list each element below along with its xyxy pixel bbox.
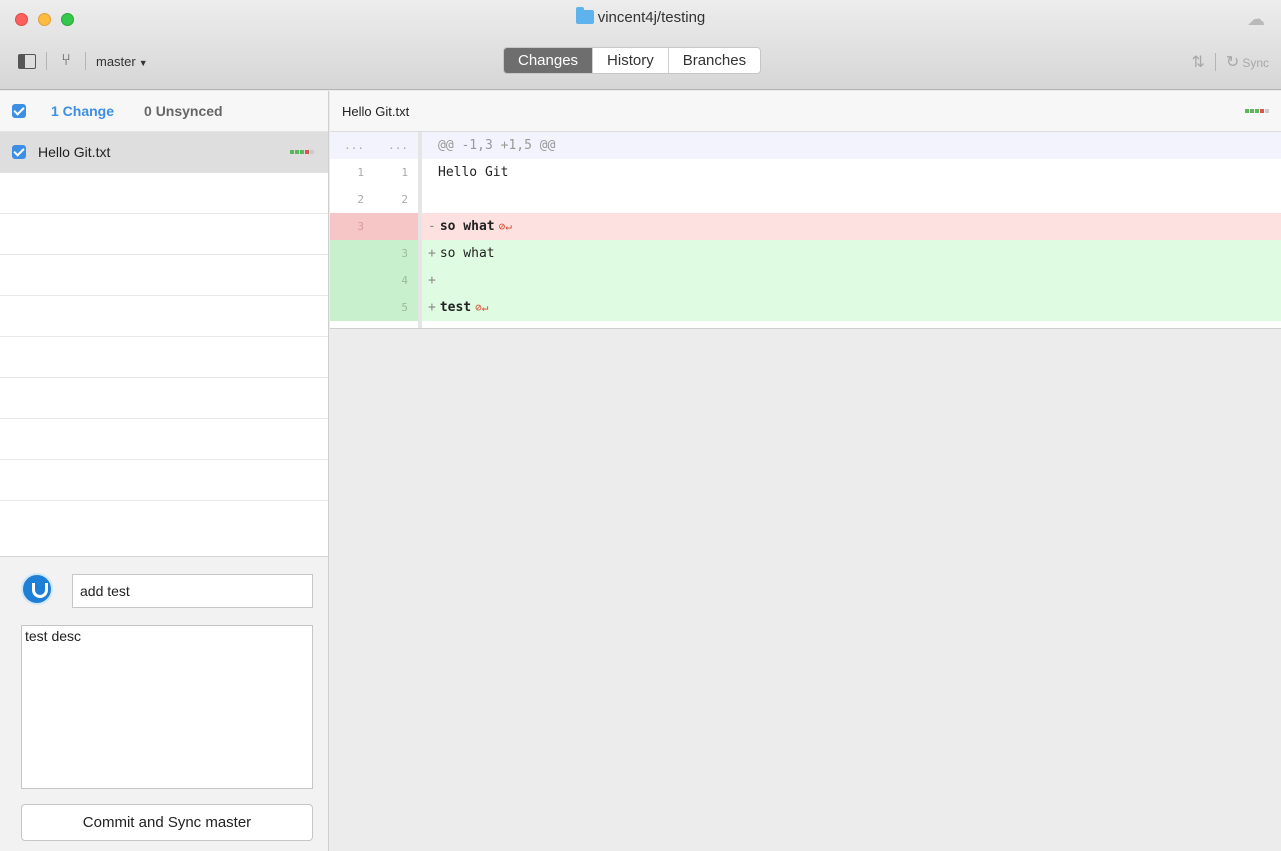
- empty-list-row: [0, 460, 328, 501]
- chevron-down-icon: ▼: [138, 57, 148, 68]
- diff-line-text: [422, 321, 1281, 328]
- old-line-number: [330, 267, 374, 294]
- empty-list-row: [0, 173, 328, 214]
- old-line-number: 1: [357, 166, 364, 179]
- diff-sign: -: [428, 219, 436, 234]
- toolbar-left: ⑂ master ▼: [18, 50, 148, 72]
- old-line-number: [330, 294, 374, 321]
- new-line-number: 2: [401, 193, 408, 206]
- diffstat-icon: [289, 150, 314, 154]
- diff-sign: +: [428, 273, 436, 288]
- view-switcher: Changes History Branches: [503, 47, 762, 74]
- changes-header: 1 Change 0 Unsynced: [0, 91, 328, 132]
- diff-line-content: - so what ⊘↵: [422, 213, 1281, 240]
- tab-history[interactable]: History: [592, 48, 668, 73]
- window-title: vincent4j/testing: [0, 7, 1281, 26]
- toolbar-right: ⇅ ↻ Sync: [1192, 52, 1269, 72]
- tab-changes-count[interactable]: 1 Change: [51, 103, 114, 119]
- title-bar: vincent4j/testing ☁ ⑂ master ▼ Changes Hi…: [0, 0, 1281, 90]
- commit-summary-input[interactable]: [72, 574, 313, 608]
- pull-request-icon[interactable]: ⇅: [1192, 52, 1205, 72]
- diff-sign: +: [428, 246, 436, 261]
- diff-sign: +: [428, 300, 436, 315]
- changed-file-name: Hello Git.txt: [38, 144, 111, 160]
- toolbar-divider: [85, 52, 86, 70]
- hunk-header-row: ... ... @@ -1,3 +1,5 @@: [330, 132, 1281, 159]
- diff-line-content: +: [422, 267, 1281, 294]
- toolbar-divider: [1214, 53, 1216, 71]
- new-line-number: 4: [374, 267, 418, 294]
- old-line-number: ...: [344, 139, 364, 152]
- new-line-number: ...: [388, 139, 408, 152]
- old-line-number: [330, 240, 374, 267]
- create-branch-icon[interactable]: ⑂: [57, 51, 75, 71]
- new-line-number: 5: [374, 294, 418, 321]
- old-line-number: [330, 321, 374, 328]
- diff-line-content: + test ⊘↵: [422, 294, 1281, 321]
- branch-name: master: [96, 53, 136, 69]
- sync-icon: ↻: [1225, 54, 1240, 71]
- changed-file-row[interactable]: Hello Git.txt: [0, 132, 328, 173]
- diff-line-text: [422, 186, 1281, 213]
- diffstat-icon: [1244, 109, 1269, 113]
- diff-line-context[interactable]: 1 1 Hello Git: [330, 159, 1281, 186]
- empty-list-row: [0, 255, 328, 296]
- commit-panel: test desc Commit and Sync master: [0, 556, 328, 851]
- diff-file-name: Hello Git.txt: [342, 104, 410, 119]
- repo-name: vincent4j/testing: [597, 9, 706, 26]
- diff-line-text: so what: [439, 219, 495, 234]
- diff-line-deleted[interactable]: 3 - so what ⊘↵: [330, 213, 1281, 240]
- diff-line-context[interactable]: 2 2: [330, 186, 1281, 213]
- new-line-number: [374, 213, 418, 240]
- cloud-publish-icon[interactable]: ☁: [1245, 10, 1267, 28]
- no-newline-icon: ⊘↵: [498, 220, 512, 233]
- tab-branches[interactable]: Branches: [667, 48, 760, 73]
- diff-line-content: + so what: [422, 240, 1281, 267]
- commit-button[interactable]: Commit and Sync master: [21, 804, 313, 841]
- diff-line-added[interactable]: 5 + test ⊘↵: [330, 294, 1281, 321]
- toolbar-divider: [46, 52, 47, 70]
- new-line-number: [374, 321, 418, 328]
- diff-line-text: test: [439, 300, 472, 315]
- empty-list-row: [0, 337, 328, 378]
- empty-list-row: [0, 296, 328, 337]
- avatar: [21, 573, 53, 605]
- commit-description-input[interactable]: test desc: [21, 625, 313, 789]
- tab-unsynced-count[interactable]: 0 Unsynced: [144, 103, 223, 119]
- diff-view: ... ... @@ -1,3 +1,5 @@ 1 1 Hello Git 2 …: [330, 132, 1281, 329]
- branch-selector[interactable]: master ▼: [96, 54, 148, 69]
- diff-line-text: Hello Git: [438, 165, 509, 180]
- diff-line-added[interactable]: 4 +: [330, 267, 1281, 294]
- new-line-number: 1: [401, 166, 408, 179]
- file-checkbox[interactable]: [12, 145, 26, 159]
- empty-list-row: [0, 419, 328, 460]
- empty-list-row: [0, 378, 328, 419]
- diff-line-added[interactable]: 3 + so what: [330, 240, 1281, 267]
- changes-sidebar: 1 Change 0 Unsynced Hello Git.txt test d…: [0, 91, 329, 851]
- select-all-checkbox[interactable]: [12, 104, 26, 118]
- diff-header: Hello Git.txt: [330, 91, 1281, 132]
- old-line-number: 2: [357, 193, 364, 206]
- sync-label: Sync: [1242, 56, 1269, 70]
- no-newline-icon: ⊘↵: [475, 301, 489, 314]
- old-line-number: 3: [330, 213, 374, 240]
- diff-line-text: so what: [439, 246, 495, 261]
- empty-list-row: [0, 214, 328, 255]
- diff-end-spacer: [330, 321, 1281, 328]
- sync-button[interactable]: ↻ Sync: [1226, 52, 1269, 72]
- sidebar-toggle-icon[interactable]: [18, 53, 36, 69]
- new-line-number: 3: [374, 240, 418, 267]
- tab-changes[interactable]: Changes: [504, 48, 593, 73]
- folder-icon: [575, 7, 594, 24]
- hunk-header: @@ -1,3 +1,5 @@: [438, 138, 556, 153]
